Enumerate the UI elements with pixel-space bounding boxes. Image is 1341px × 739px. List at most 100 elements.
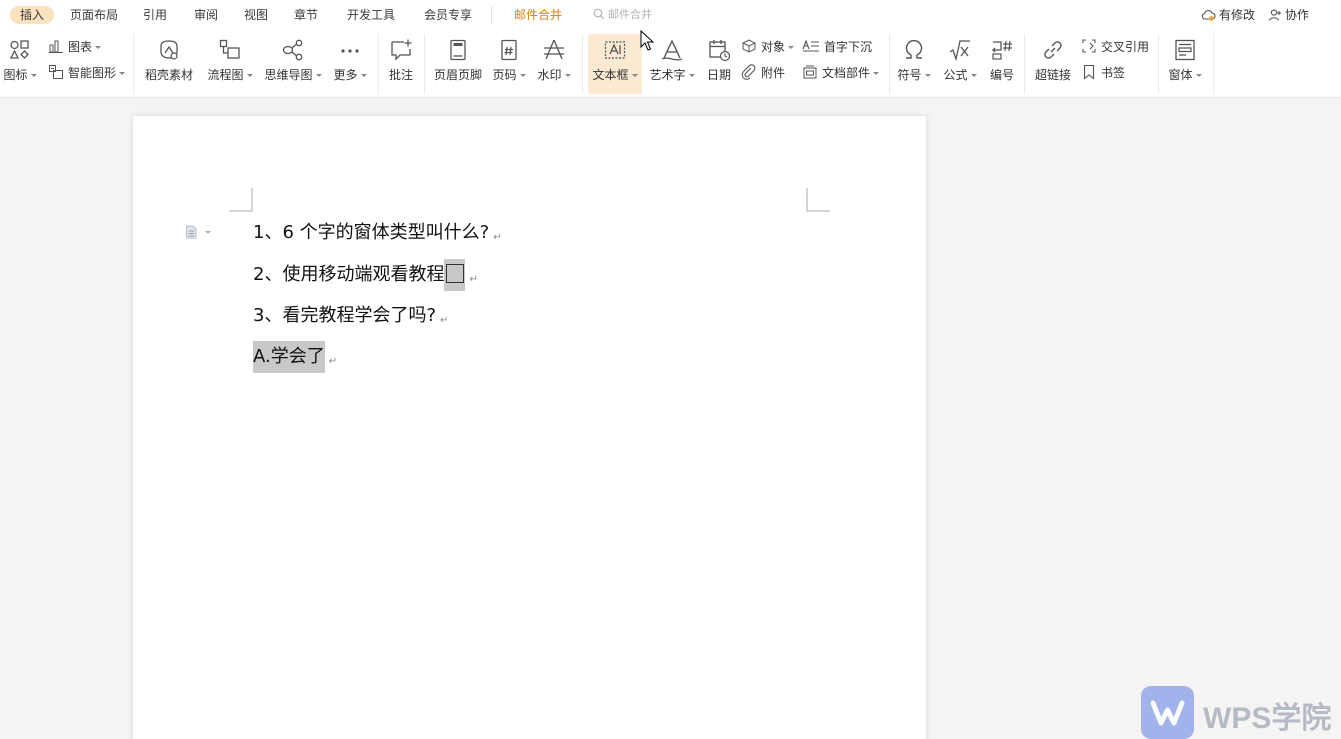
word-art-icon xyxy=(661,39,683,61)
menu-divider xyxy=(491,6,492,24)
document-line-1[interactable]: 1、6 个字的窗体类型叫什么? ↵ xyxy=(253,221,502,250)
text-box-button[interactable]: 文本框 xyxy=(588,34,642,94)
mouse-cursor-icon xyxy=(640,30,654,51)
drop-cap-icon xyxy=(802,39,819,52)
watermark-button[interactable]: 水印 xyxy=(535,34,573,94)
dropdown-caret-icon xyxy=(873,72,880,75)
document-line-2[interactable]: 2、使用移动端观看教程 ↵ xyxy=(253,259,478,292)
docer-material-button[interactable]: 稻壳素材 xyxy=(141,34,197,94)
hyperlink-label: 超链接 xyxy=(1034,68,1071,82)
smart-art-button[interactable]: 智能图形 xyxy=(48,64,126,82)
cross-reference-icon xyxy=(1082,39,1096,53)
tab-developer[interactable]: 开发工具 xyxy=(347,6,395,24)
bookmark-icon xyxy=(1083,64,1095,80)
form-label: 窗体 xyxy=(1168,68,1193,82)
header-footer-icon xyxy=(450,39,466,61)
flowchart-button[interactable]: 流程图 xyxy=(205,34,255,94)
collab-label: 协作 xyxy=(1285,8,1310,22)
dropdown-caret-icon xyxy=(315,74,322,77)
mind-map-icon xyxy=(282,39,303,61)
tab-page-layout[interactable]: 页面布局 xyxy=(70,6,118,24)
comment-add-icon xyxy=(391,39,412,61)
chart-button[interactable]: 图表 xyxy=(48,38,102,56)
word-art-button[interactable]: 艺术字 xyxy=(647,34,697,94)
paragraph-menu-handle[interactable] xyxy=(185,224,213,243)
dropdown-caret-icon xyxy=(924,74,931,77)
form-icon xyxy=(1175,39,1195,61)
object-icon xyxy=(742,39,756,53)
object-button[interactable]: 对象 xyxy=(741,38,795,56)
tab-mail-merge[interactable]: 邮件合并 xyxy=(514,6,562,24)
search-box[interactable]: 邮件合并 xyxy=(593,6,652,24)
wps-logo-icon xyxy=(1150,700,1185,726)
dropdown-caret-icon xyxy=(360,74,367,77)
formula-label: 公式 xyxy=(943,68,968,82)
flowchart-label: 流程图 xyxy=(207,68,244,82)
date-label: 日期 xyxy=(706,68,731,82)
modified-status-button[interactable]: 有修改 xyxy=(1200,6,1255,24)
document-line-3[interactable]: 3、看完教程学会了吗? ↵ xyxy=(253,304,448,333)
document-line-4[interactable]: A.学会了 ↵ xyxy=(253,341,338,374)
smart-art-icon xyxy=(49,65,63,79)
dropdown-caret-icon xyxy=(30,74,37,77)
icon-library-button[interactable]: 图标 xyxy=(2,34,38,94)
ribbon-divider xyxy=(378,34,379,94)
symbol-label: 符号 xyxy=(897,68,922,82)
line-3-text: 3、看完教程学会了吗? xyxy=(253,305,437,326)
checkbox-square-icon xyxy=(446,264,465,283)
hyperlink-button[interactable]: 超链接 xyxy=(1030,34,1076,94)
tab-references[interactable]: 引用 xyxy=(143,6,167,24)
paragraph-mark: ↵ xyxy=(328,356,338,367)
bookmark-button[interactable]: 书签 xyxy=(1081,64,1125,82)
mind-map-button[interactable]: 思维导图 xyxy=(262,34,324,94)
numbering-button[interactable]: 编号 xyxy=(984,34,1020,94)
tab-view[interactable]: 视图 xyxy=(244,6,268,24)
date-button[interactable]: 日期 xyxy=(702,34,736,94)
collaborate-button[interactable]: 协作 xyxy=(1268,6,1309,24)
smartart-label: 智能图形 xyxy=(68,66,117,80)
comment-button[interactable]: 批注 xyxy=(384,34,418,94)
watermark-icon xyxy=(544,39,564,60)
ribbon-divider xyxy=(424,34,425,94)
wordart-label: 艺术字 xyxy=(649,68,686,82)
wps-academy-watermark: WPS学院 xyxy=(1141,686,1341,739)
paragraph-mark: ↵ xyxy=(469,274,478,285)
margin-corner-top-left xyxy=(229,188,253,212)
page-number-button[interactable]: 页码 xyxy=(490,34,528,94)
wps-logo xyxy=(1141,686,1194,739)
tab-review[interactable]: 审阅 xyxy=(194,6,218,24)
attachment-button[interactable]: 附件 xyxy=(741,64,785,82)
tab-insert[interactable]: 插入 xyxy=(10,6,55,24)
tab-chapter[interactable]: 章节 xyxy=(294,6,318,24)
watermark-label: 水印 xyxy=(537,68,562,82)
ribbon-divider xyxy=(889,34,890,94)
more-button[interactable]: 更多 xyxy=(331,34,369,94)
chart-label: 图表 xyxy=(68,40,93,54)
line-1-text: 1、6 个字的窗体类型叫什么? xyxy=(253,222,490,243)
drop-cap-button[interactable]: 首字下沉 xyxy=(802,38,872,56)
document-parts-button[interactable]: 文档部件 xyxy=(802,64,880,82)
document-page[interactable]: 1、6 个字的窗体类型叫什么? ↵ 2、使用移动端观看教程 ↵ 3、看完教程学会了吗… xyxy=(133,116,926,739)
text-box-icon xyxy=(604,41,626,59)
omega-icon xyxy=(905,39,923,59)
tab-member[interactable]: 会员专享 xyxy=(424,6,472,24)
symbol-button[interactable]: 符号 xyxy=(895,34,933,94)
margin-corner-top-right xyxy=(806,188,830,212)
more-label: 更多 xyxy=(333,68,358,82)
paperclip-icon xyxy=(741,64,756,80)
numbering-label: 编号 xyxy=(989,68,1014,82)
dropdown-caret-icon xyxy=(1195,74,1202,77)
document-parts-icon xyxy=(803,65,817,79)
bookmark-label: 书签 xyxy=(1101,66,1126,80)
cross-reference-button[interactable]: 交叉引用 xyxy=(1081,38,1149,56)
ribbon-divider xyxy=(133,34,134,94)
docer-icon xyxy=(160,40,178,60)
modified-label: 有修改 xyxy=(1219,8,1256,22)
search-icon xyxy=(593,8,605,20)
formula-button[interactable]: 公式 xyxy=(940,34,980,94)
numbering-icon xyxy=(992,40,1012,60)
form-controls-button[interactable]: 窗体 xyxy=(1164,34,1206,94)
mindmap-label: 思维导图 xyxy=(264,68,313,82)
checkbox-placeholder[interactable] xyxy=(444,259,466,291)
header-footer-button[interactable]: 页眉页脚 xyxy=(430,34,486,94)
